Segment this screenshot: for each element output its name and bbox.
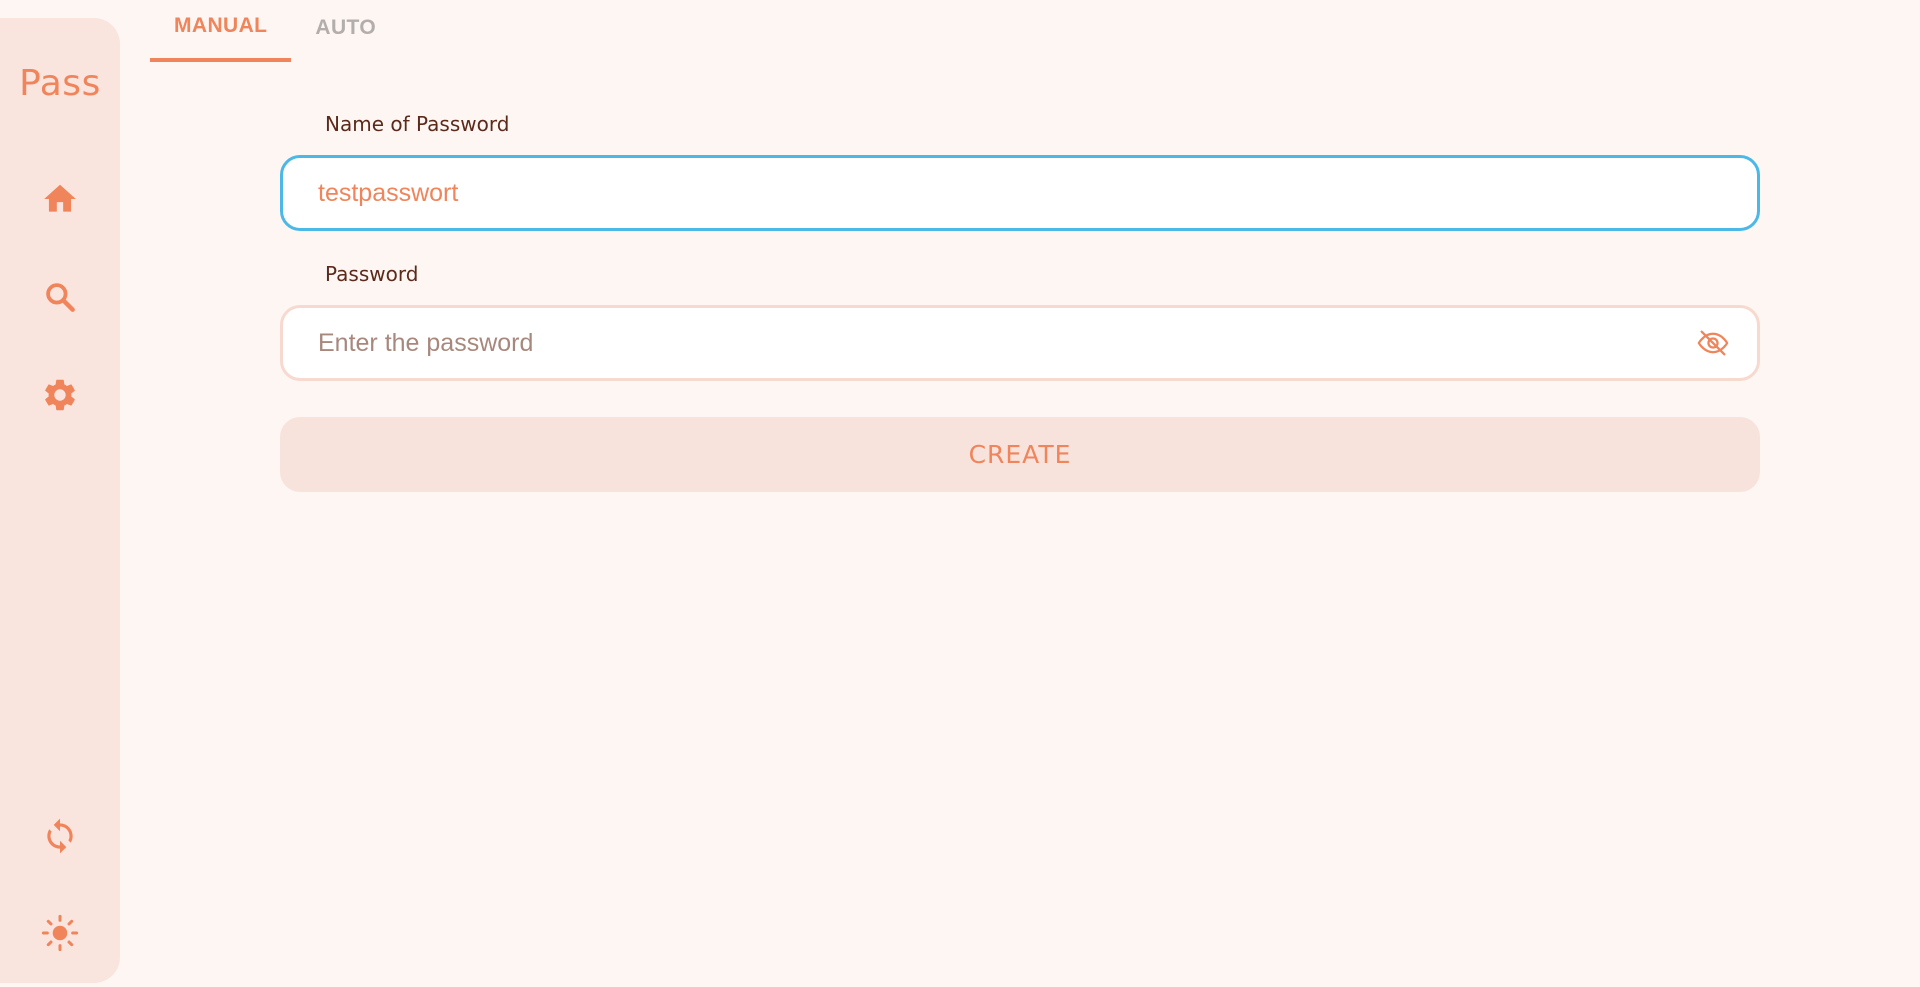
tab-auto[interactable]: AUTO <box>291 0 400 62</box>
search-icon <box>46 283 75 312</box>
sync-button[interactable] <box>36 812 84 860</box>
toggle-visibility-button[interactable] <box>1691 321 1735 365</box>
settings-button[interactable] <box>36 371 84 419</box>
eye-off-icon <box>1697 330 1729 356</box>
app-window: Pass MANUAL AUTO Name of Password testpa… <box>0 0 1920 987</box>
password-field-label: Password <box>325 262 419 286</box>
sync-icon <box>47 818 73 854</box>
mode-tabs: MANUAL AUTO <box>150 0 400 66</box>
create-button[interactable]: CREATE <box>280 417 1760 492</box>
sidebar: Pass <box>0 18 120 983</box>
brand-logo-text: Pass <box>19 63 101 104</box>
name-field-label: Name of Password <box>325 112 510 136</box>
home-icon <box>44 184 76 212</box>
password-name-input[interactable] <box>318 173 1757 213</box>
gear-icon <box>45 379 75 411</box>
theme-toggle-button[interactable] <box>36 909 84 957</box>
search-button[interactable] <box>36 273 84 321</box>
password-field-container <box>280 305 1760 381</box>
name-field-container <box>280 155 1760 231</box>
tab-manual[interactable]: MANUAL <box>150 0 292 62</box>
password-input[interactable] <box>318 323 1691 363</box>
sun-icon <box>41 914 79 952</box>
home-button[interactable] <box>36 175 84 223</box>
